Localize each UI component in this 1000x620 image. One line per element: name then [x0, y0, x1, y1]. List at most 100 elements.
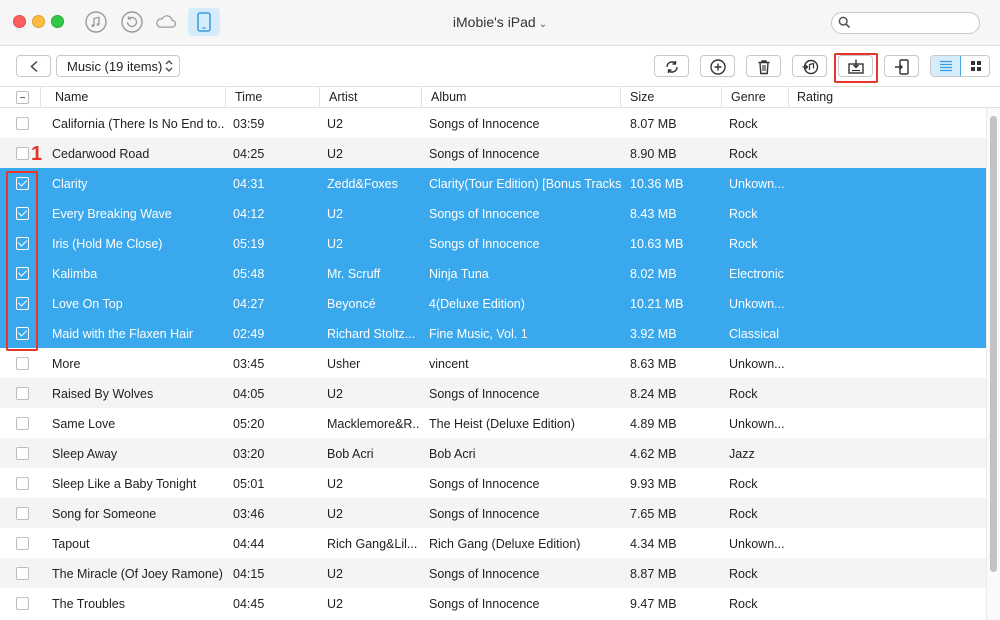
cell-size: 8.87 MB — [630, 567, 677, 581]
cell-name: Cedarwood Road — [52, 147, 150, 161]
cell-name: Tapout — [52, 537, 90, 551]
cell-time: 02:49 — [233, 327, 265, 341]
cell-album: The Heist (Deluxe Edition) — [429, 417, 575, 431]
cell-time: 03:46 — [233, 507, 265, 521]
search-box[interactable] — [831, 12, 980, 34]
cell-size: 9.47 MB — [630, 597, 677, 611]
add-button[interactable] — [700, 55, 735, 77]
column-header-size[interactable]: Size — [630, 90, 654, 104]
cell-artist: Mr. Scruff — [327, 267, 381, 281]
cell-name: Same Love — [52, 417, 116, 431]
vertical-scrollbar[interactable] — [986, 108, 1000, 620]
row-checkbox[interactable] — [16, 147, 29, 160]
cell-time: 04:44 — [233, 537, 265, 551]
scrollbar-thumb[interactable] — [990, 116, 997, 572]
cell-artist: U2 — [327, 597, 343, 611]
cell-size: 8.02 MB — [630, 267, 677, 281]
cell-name: Iris (Hold Me Close) — [52, 237, 163, 251]
row-checkbox[interactable] — [16, 537, 29, 550]
cell-name: Song for Someone — [52, 507, 157, 521]
row-checkbox[interactable] — [16, 447, 29, 460]
cell-name: More — [52, 357, 81, 371]
cell-genre: Rock — [729, 387, 758, 401]
table-row[interactable]: Love On Top 04:27 Beyoncé 4(Deluxe Edition)… — [0, 288, 986, 318]
to-itunes-button[interactable] — [792, 55, 827, 77]
refresh-icon — [666, 61, 678, 73]
row-checkbox[interactable] — [16, 357, 29, 370]
cell-album: Songs of Innocence — [429, 507, 540, 521]
column-header-album[interactable]: Album — [431, 90, 466, 104]
table-row[interactable]: Raised By Wolves 04:05 U2 Songs of Innocenc… — [0, 378, 986, 408]
row-checkbox[interactable] — [16, 477, 29, 490]
category-selector[interactable]: Music (19 items) — [56, 55, 180, 77]
row-checkbox[interactable] — [16, 387, 29, 400]
cell-name: The Miracle (Of Joey Ramone) — [52, 567, 223, 581]
table-row[interactable]: More 03:45 Usher vincent 8.63 MB Unkown... — [0, 348, 986, 378]
cell-time: 04:25 — [233, 147, 265, 161]
to-device-icon — [895, 59, 909, 75]
cell-genre: Rock — [729, 507, 758, 521]
column-header-name[interactable]: Name — [55, 90, 88, 104]
row-checkbox[interactable] — [16, 117, 29, 130]
cell-album: Songs of Innocence — [429, 207, 540, 221]
annotation-step-1: 1 — [31, 143, 43, 165]
cell-artist: U2 — [327, 567, 343, 581]
table-row[interactable]: Every Breaking Wave 04:12 U2 Songs of Innoc… — [0, 198, 986, 228]
grid-view-button[interactable] — [961, 56, 989, 76]
cell-time: 03:45 — [233, 357, 265, 371]
column-header-time[interactable]: Time — [235, 90, 262, 104]
table-row[interactable]: Same Love 05:20 Macklemore&R... The Heist (… — [0, 408, 986, 438]
cell-size: 8.90 MB — [630, 147, 677, 161]
table-row[interactable]: California (There Is No End to... 03:59 U2… — [0, 108, 986, 138]
column-header-artist[interactable]: Artist — [329, 90, 357, 104]
cell-genre: Rock — [729, 147, 758, 161]
table-row[interactable]: Cedarwood Road 04:25 U2 Songs of Innocence 8… — [0, 138, 986, 168]
cell-size: 10.36 MB — [630, 177, 684, 191]
row-checkbox[interactable] — [16, 507, 29, 520]
back-button[interactable] — [16, 55, 51, 77]
cell-genre: Rock — [729, 567, 758, 581]
search-input[interactable] — [854, 15, 974, 31]
table-row[interactable]: The Troubles 04:45 U2 Songs of Innocence 9.4… — [0, 588, 986, 618]
table-row[interactable]: Sleep Like a Baby Tonight 05:01 U2 Songs of… — [0, 468, 986, 498]
row-checkbox[interactable] — [16, 597, 29, 610]
cell-album: Songs of Innocence — [429, 597, 540, 611]
cell-name: Sleep Like a Baby Tonight — [52, 477, 197, 491]
cell-album: Songs of Innocence — [429, 387, 540, 401]
cell-name: Clarity — [52, 177, 88, 191]
table-row[interactable]: Song for Someone 03:46 U2 Songs of Innocenc… — [0, 498, 986, 528]
select-all-checkbox[interactable] — [16, 91, 29, 104]
delete-button[interactable] — [746, 55, 781, 77]
table-row[interactable]: The Miracle (Of Joey Ramone) 04:15 U2 Songs… — [0, 558, 986, 588]
row-checkbox[interactable] — [16, 417, 29, 430]
cell-artist: Richard Stoltz... — [327, 327, 416, 341]
cell-artist: U2 — [327, 117, 343, 131]
cell-album: Ninja Tuna — [429, 267, 489, 281]
cell-size: 10.21 MB — [630, 297, 684, 311]
table-row[interactable]: Sleep Away 03:20 Bob Acri Bob Acri 4.62 MB Ja… — [0, 438, 986, 468]
cell-name: Raised By Wolves — [52, 387, 154, 401]
table-row[interactable]: Clarity 04:31 Zedd&Foxes Clarity(Tour Editi… — [0, 168, 986, 198]
cell-artist: U2 — [327, 207, 343, 221]
cell-genre: Rock — [729, 597, 758, 611]
column-header-rating[interactable]: Rating — [797, 90, 833, 104]
table-row[interactable]: Iris (Hold Me Close) 05:19 U2 Songs of Inno… — [0, 228, 986, 258]
view-toggle[interactable] — [930, 55, 990, 77]
cell-artist: U2 — [327, 387, 343, 401]
column-header-genre[interactable]: Genre — [731, 90, 766, 104]
row-checkbox[interactable] — [16, 567, 29, 580]
to-device-button[interactable] — [884, 55, 919, 77]
refresh-button[interactable] — [654, 55, 689, 77]
cell-album: Songs of Innocence — [429, 237, 540, 251]
table-row[interactable]: Maid with the Flaxen Hair 02:49 Richard St… — [0, 318, 986, 348]
table-row[interactable]: Tapout 04:44 Rich Gang&Lil... Rich Gang (De… — [0, 528, 986, 558]
cell-album: Rich Gang (Deluxe Edition) — [429, 537, 581, 551]
category-selector-label: Music (19 items) — [67, 59, 163, 74]
table-row[interactable]: Kalimba 05:48 Mr. Scruff Ninja Tuna 8.02 MB E… — [0, 258, 986, 288]
list-view-button[interactable] — [931, 56, 961, 76]
cell-artist: Bob Acri — [327, 447, 374, 461]
cell-time: 04:15 — [233, 567, 265, 581]
cell-album: Songs of Innocence — [429, 147, 540, 161]
cell-size: 3.92 MB — [630, 327, 677, 341]
cell-album: 4(Deluxe Edition) — [429, 297, 525, 311]
